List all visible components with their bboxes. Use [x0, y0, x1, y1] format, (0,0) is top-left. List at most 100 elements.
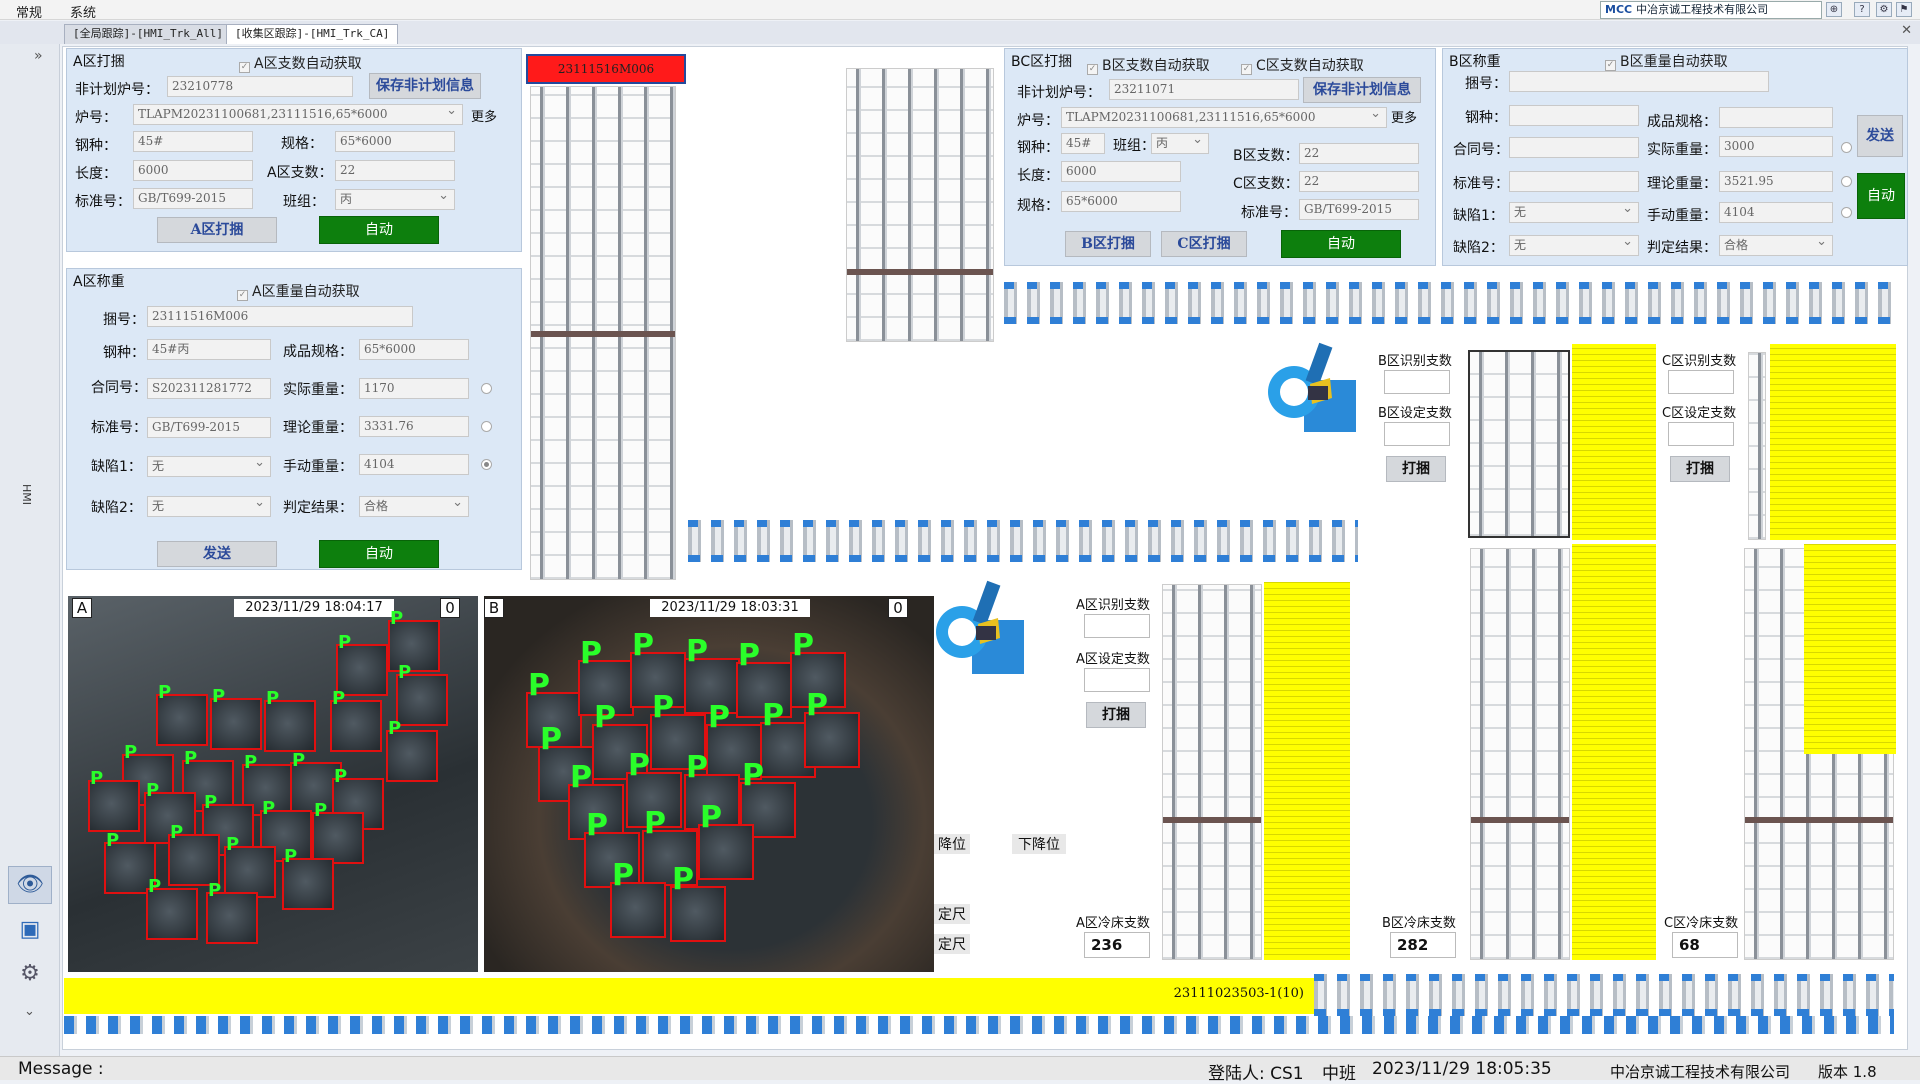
heat-plan-field[interactable]: 23211071	[1109, 79, 1299, 100]
a-set-box[interactable]	[1084, 668, 1150, 692]
heat-select[interactable]: TLAPM20231100681,23111516,65*6000	[133, 104, 463, 125]
user-settings-icon[interactable]: ⚙	[12, 954, 48, 994]
b-set-box[interactable]	[1384, 422, 1450, 446]
a-cooling-count: 236	[1084, 932, 1150, 958]
label: 钢种：	[1465, 110, 1507, 126]
standard-field[interactable]: GB/T699-2015	[133, 188, 253, 209]
expand-icon[interactable]: »	[34, 48, 43, 64]
standard-field[interactable]	[1509, 171, 1639, 192]
save-plan-button[interactable]: 保存非计划信息	[369, 73, 481, 99]
a-bundle-button[interactable]: A区打捆	[157, 217, 277, 243]
spec-field[interactable]: 65*6000	[335, 131, 455, 152]
scroll-down-icon[interactable]: ⌄	[24, 1004, 35, 1019]
shift-select[interactable]: 丙	[335, 189, 455, 210]
a-count-auto-checkbox[interactable]: ✓ A区支数自动获取	[239, 53, 362, 73]
tab-trk-all[interactable]: [全局跟踪]-[HMI_Trk_All]	[64, 24, 232, 44]
defect1-select[interactable]: 无	[1509, 202, 1639, 223]
length-field[interactable]: 6000	[1061, 161, 1181, 182]
defect2-select[interactable]: 无	[147, 496, 271, 517]
defect2-select[interactable]: 无	[1509, 235, 1639, 256]
a-weigh-auto-button[interactable]: 自动	[319, 540, 439, 568]
b-cooling-count: 282	[1390, 932, 1456, 958]
detection-mark: P	[90, 768, 104, 789]
heat-select[interactable]: TLAPM20231100681,23111516,65*6000	[1061, 107, 1387, 128]
image-icon[interactable]: ▣	[12, 912, 48, 948]
b-bundle-button[interactable]: B区打捆	[1065, 231, 1151, 257]
panel-title: B区称重	[1449, 54, 1501, 70]
manual-weight-radio[interactable]	[481, 459, 492, 470]
product-spec-field[interactable]	[1719, 107, 1833, 128]
more-link[interactable]: 更多	[1391, 107, 1417, 126]
manual-weight-radio[interactable]	[1841, 207, 1852, 218]
actual-weight-field[interactable]: 3000	[1719, 136, 1833, 157]
help-icon[interactable]: ?	[1854, 2, 1870, 17]
a-send-button[interactable]: 发送	[157, 541, 277, 567]
actual-weight-radio[interactable]	[1841, 142, 1852, 153]
detection-mark: P	[792, 628, 814, 663]
result-select[interactable]: 合格	[1719, 235, 1833, 256]
b-bundle-small-button[interactable]: 打捆	[1386, 456, 1446, 482]
theory-weight-field[interactable]: 3521.95	[1719, 171, 1833, 192]
pin-icon[interactable]: ⊕	[1826, 2, 1842, 17]
actual-weight-field[interactable]: 1170	[359, 378, 469, 399]
c-count-auto-checkbox[interactable]: ✓ C区支数自动获取	[1241, 55, 1364, 75]
manual-weight-field[interactable]: 4104	[1719, 202, 1833, 223]
b-cooling-label: B区冷床支数	[1382, 916, 1456, 931]
grade-field[interactable]: 45#	[1061, 133, 1105, 154]
grade-field[interactable]	[1509, 105, 1639, 126]
result-select[interactable]: 合格	[359, 496, 469, 517]
grade-field[interactable]: 45#丙	[147, 339, 271, 360]
close-icon[interactable]: ✕	[1901, 23, 1912, 38]
contract-field[interactable]	[1509, 137, 1639, 158]
a-auto-button[interactable]: 自动	[319, 216, 439, 244]
b-count-field[interactable]: 22	[1299, 143, 1419, 164]
c-recog-box	[1668, 370, 1734, 394]
b-send-button[interactable]: 发送	[1857, 115, 1903, 157]
heat-plan-field[interactable]: 23210778	[167, 76, 353, 97]
theory-weight-field[interactable]: 3331.76	[359, 416, 469, 437]
b-count-auto-checkbox[interactable]: ✓ B区支数自动获取	[1087, 55, 1210, 75]
label: 成品规格：	[283, 344, 353, 360]
c-count-field[interactable]: 22	[1299, 171, 1419, 192]
standard-field[interactable]: GB/T699-2015	[147, 417, 271, 438]
a-weight-auto-checkbox[interactable]: ✓ A区重量自动获取	[237, 281, 360, 301]
menu-system[interactable]: 系统	[70, 2, 96, 21]
monitor-icon[interactable]: 👁	[8, 866, 52, 904]
bundle-no-field[interactable]	[1509, 71, 1769, 92]
c-bundle-small-button[interactable]: 打捆	[1670, 456, 1730, 482]
b-bundle-frame	[1468, 350, 1570, 538]
standard-field[interactable]: GB/T699-2015	[1299, 199, 1419, 220]
c-bundle-button[interactable]: C区打捆	[1161, 231, 1247, 257]
status-bar: Message : 登陆人: CS1 中班 2023/11/29 18:05:3…	[0, 1056, 1920, 1084]
menu-general[interactable]: 常规	[16, 2, 42, 21]
detection-mark: P	[628, 748, 650, 783]
bc-auto-button[interactable]: 自动	[1281, 230, 1401, 258]
manual-weight-field[interactable]: 4104	[359, 454, 469, 475]
defect1-select[interactable]: 无	[147, 456, 271, 477]
grade-field[interactable]: 45#	[133, 131, 253, 152]
c-set-box[interactable]	[1668, 422, 1734, 446]
contract-field[interactable]: S202311281772	[147, 378, 271, 399]
a-count-field[interactable]: 22	[335, 160, 455, 181]
detection-mark: P	[388, 718, 402, 739]
product-spec-field[interactable]: 65*6000	[359, 339, 469, 360]
more-link[interactable]: 更多	[471, 106, 497, 125]
theory-weight-radio[interactable]	[1841, 176, 1852, 187]
theory-weight-radio[interactable]	[481, 421, 492, 432]
save-plan-button[interactable]: 保存非计划信息	[1303, 77, 1421, 103]
b-weigh-auto-button[interactable]: 自动	[1857, 173, 1905, 219]
shift-select[interactable]: 丙	[1151, 133, 1209, 154]
actual-weight-radio[interactable]	[481, 383, 492, 394]
length-field[interactable]: 6000	[133, 160, 253, 181]
spec-field[interactable]: 65*6000	[1061, 191, 1181, 212]
detection-mark: P	[314, 800, 328, 821]
tab-trk-ca[interactable]: [收集区跟踪]-[HMI_Trk_CA]	[226, 24, 399, 44]
bundle-no-field[interactable]: 23111516M006	[147, 306, 413, 327]
a-bundle-small-button[interactable]: 打捆	[1086, 702, 1146, 728]
flag-icon[interactable]: ⚑	[1896, 2, 1912, 17]
label: 班组：	[283, 194, 325, 210]
b-weight-auto-checkbox[interactable]: ✓ B区重量自动获取	[1605, 51, 1728, 71]
settings-icon[interactable]: ⚙	[1876, 2, 1892, 17]
label: 规格：	[281, 136, 323, 152]
a-bundle-rack	[530, 86, 676, 580]
